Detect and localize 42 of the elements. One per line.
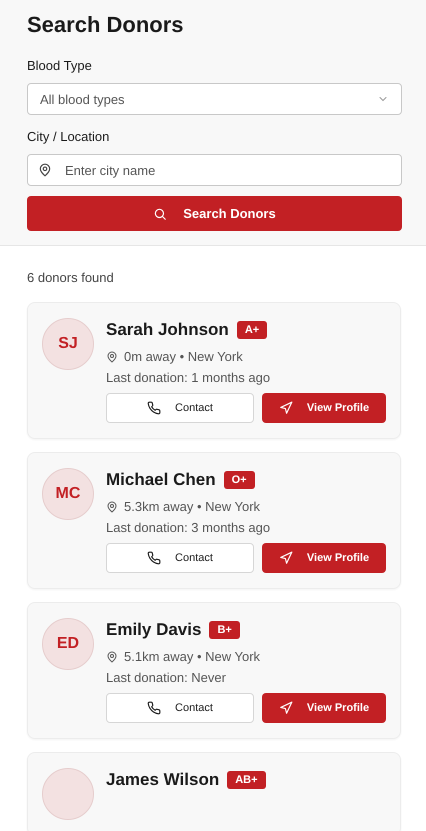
view-profile-button[interactable]: View Profile xyxy=(262,693,386,723)
blood-type-badge: O+ xyxy=(224,471,255,489)
contact-button[interactable]: Contact xyxy=(106,393,254,423)
location-pin-icon xyxy=(106,500,118,512)
avatar xyxy=(42,768,94,820)
contact-button[interactable]: Contact xyxy=(106,693,254,723)
blood-type-badge: AB+ xyxy=(227,771,266,789)
location-pin-icon xyxy=(106,650,118,662)
navigation-arrow-icon xyxy=(278,401,293,415)
avatar: SJ xyxy=(42,318,94,370)
field-label: City / Location xyxy=(27,129,110,144)
last-donation: Last donation: Never xyxy=(106,670,227,685)
location-pin-icon xyxy=(38,163,52,177)
last-donation: Last donation: 3 months ago xyxy=(106,520,272,535)
phone-icon xyxy=(147,551,162,565)
donor-location: 5.1km away • New York xyxy=(124,649,260,664)
field-label: Blood Type xyxy=(27,58,93,73)
phone-icon xyxy=(147,401,162,415)
contact-button[interactable]: Contact xyxy=(106,543,254,573)
view-profile-button[interactable]: View Profile xyxy=(262,393,386,423)
result-count: 6 donors found xyxy=(27,270,115,285)
blood-type-badge: A+ xyxy=(236,321,268,339)
donor-location: 5.3km away • New York xyxy=(124,499,260,514)
blood-type-dropdown[interactable]: All blood types xyxy=(27,83,402,115)
navigation-arrow-icon xyxy=(278,701,293,715)
page-title: Search Donors xyxy=(27,12,184,38)
donor-name: Michael Chen xyxy=(106,470,216,490)
donor-name: Emily Davis xyxy=(106,620,202,640)
phone-icon xyxy=(147,701,162,715)
city-input-field[interactable]: Enter city name xyxy=(27,154,402,186)
search-icon xyxy=(153,206,168,220)
search-button[interactable]: Search Donors xyxy=(27,196,402,231)
navigation-arrow-icon xyxy=(278,551,293,565)
last-donation: Last donation: 1 months ago xyxy=(106,370,272,385)
avatar: MC xyxy=(42,468,94,520)
location-pin-icon xyxy=(106,350,118,362)
view-profile-button[interactable]: View Profile xyxy=(262,543,386,573)
donor-location: 0m away • New York xyxy=(124,349,243,364)
donor-name: James Wilson xyxy=(106,770,220,790)
avatar: ED xyxy=(42,618,94,670)
donor-name: Sarah Johnson xyxy=(106,320,229,340)
blood-type-badge: B+ xyxy=(209,621,240,639)
